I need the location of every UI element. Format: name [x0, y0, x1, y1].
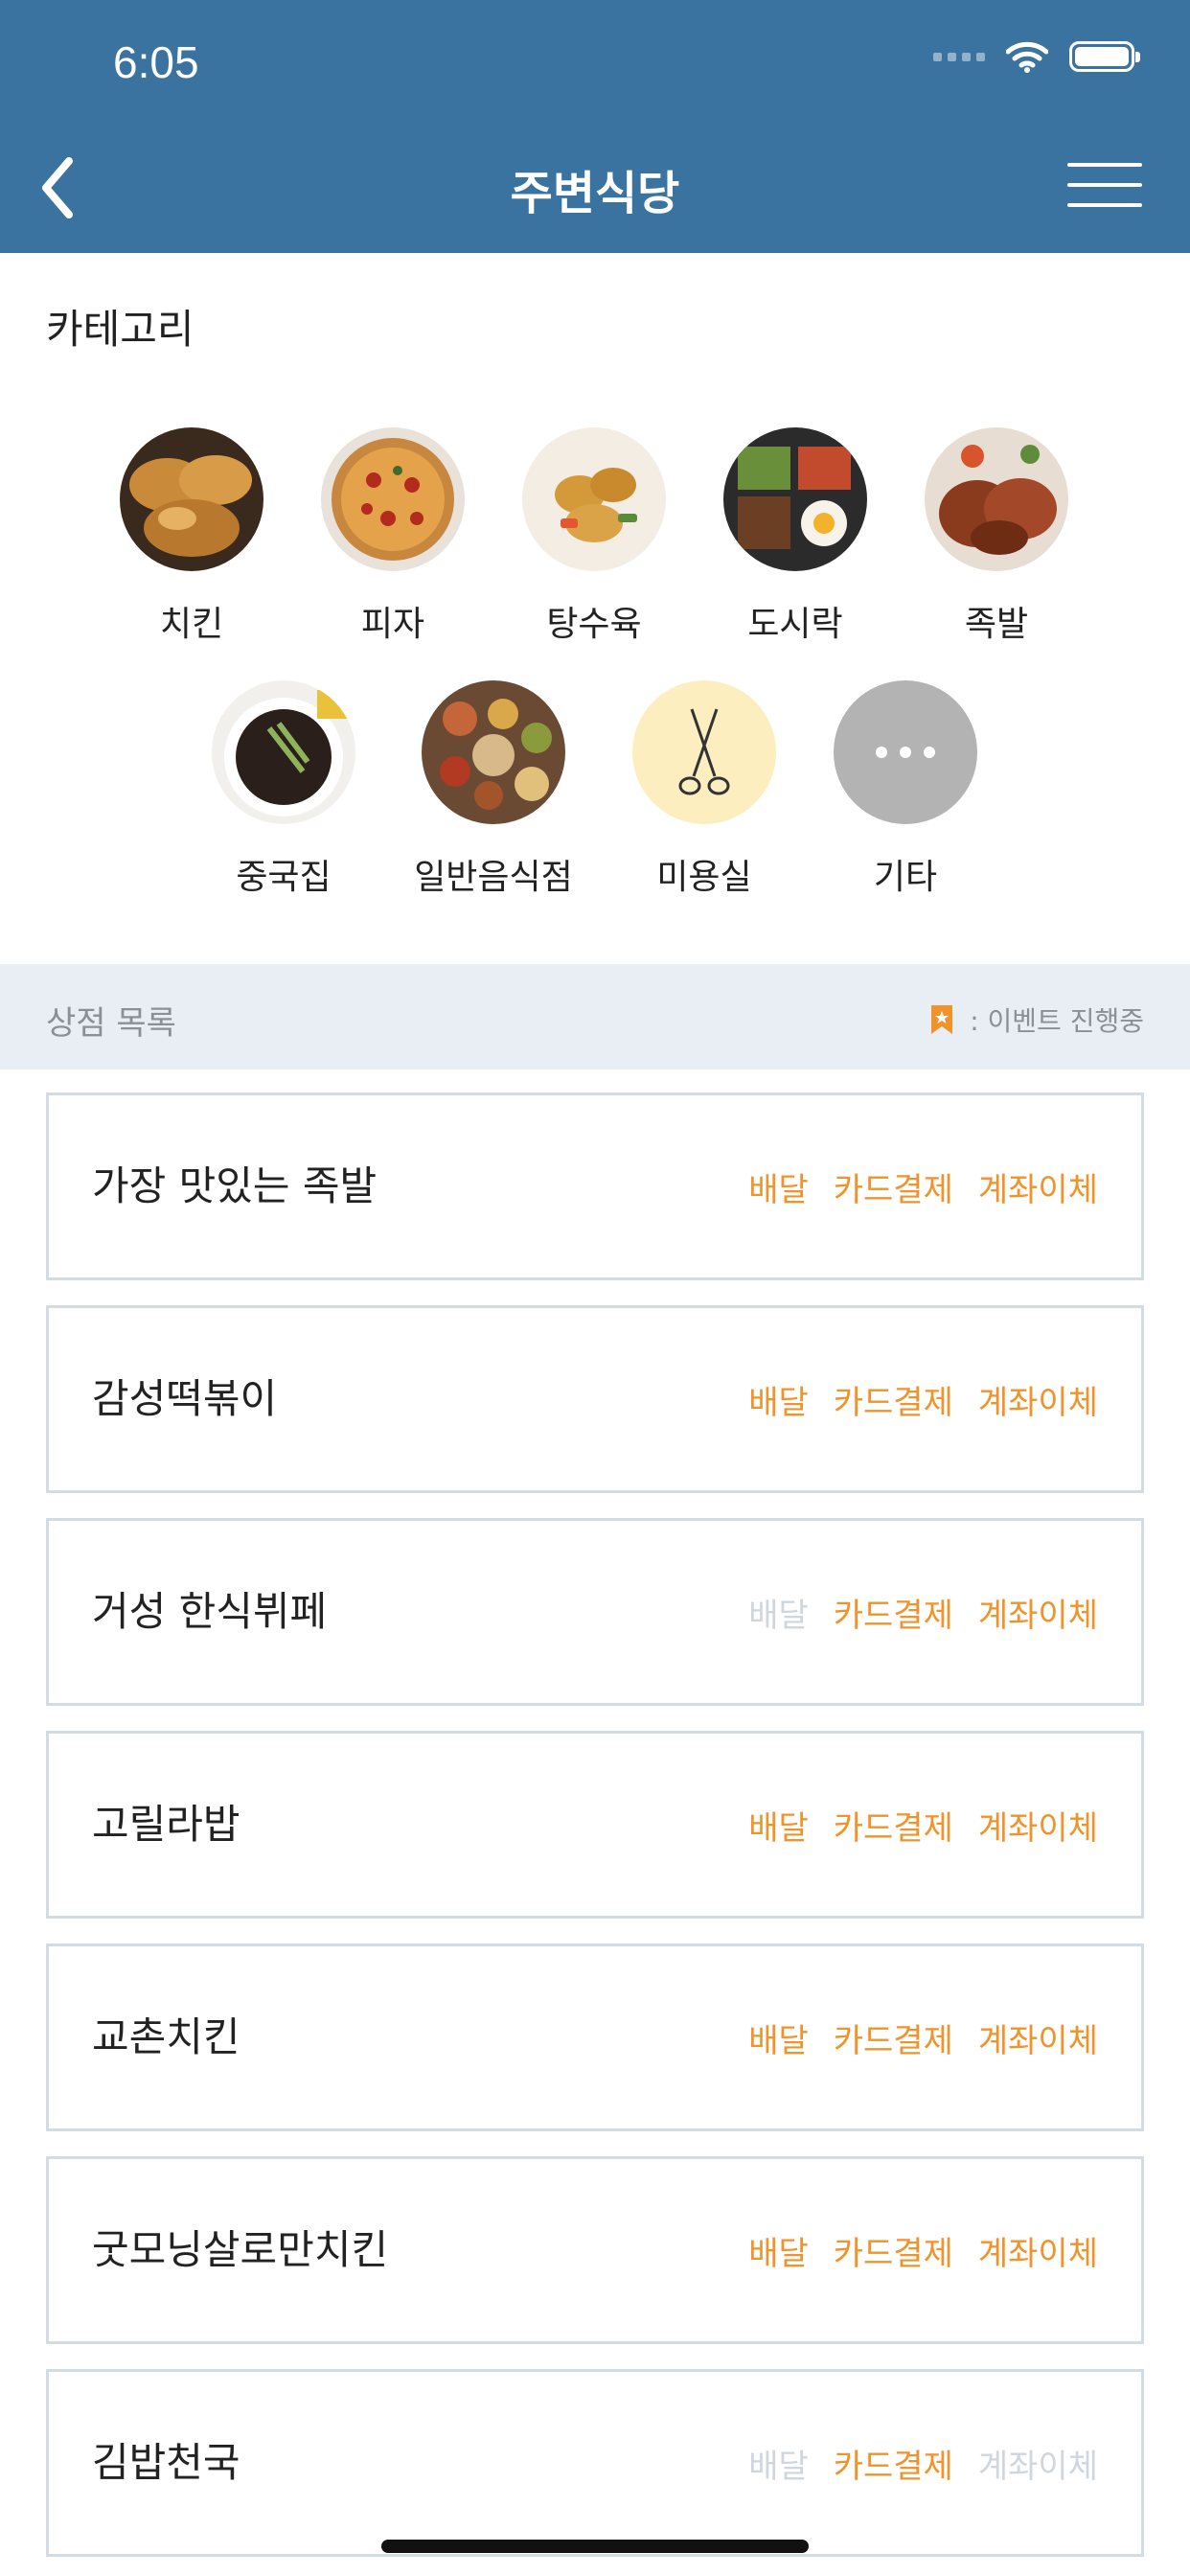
- top-header: 6:05 주변식당: [0, 0, 1190, 253]
- store-tags: 배달 카드결제 계좌이체: [748, 1308, 1098, 1490]
- delivery-tag: 배달: [748, 2447, 809, 2486]
- category-general-restaurant[interactable]: 일반음식점: [398, 680, 589, 899]
- store-tags: 배달 카드결제 계좌이체: [748, 2159, 1098, 2341]
- category-label: 족발: [964, 605, 1029, 644]
- store-tags: 배달 카드결제 계좌이체: [748, 1946, 1098, 2128]
- event-bookmark-icon: [931, 1005, 953, 1034]
- menu-line: [1067, 183, 1142, 187]
- card-payment-tag: 카드결제: [833, 1383, 953, 1422]
- bank-transfer-tag: 계좌이체: [977, 2234, 1098, 2273]
- category-lunchbox[interactable]: 도시락: [699, 427, 891, 646]
- jajangmyeon-photo: [212, 680, 355, 824]
- card-payment-tag: 카드결제: [833, 2234, 953, 2273]
- store-name: 가장 맛있는 족발: [92, 1162, 378, 1209]
- store-list-header: 상점 목록 : 이벤트 진행중: [0, 964, 1190, 1070]
- event-legend-text: : 이벤트 진행중: [970, 1005, 1144, 1037]
- store-name: 교촌치킨: [92, 2013, 240, 2060]
- scissors-icon: [632, 680, 776, 824]
- battery-icon: [1069, 41, 1140, 72]
- store-row[interactable]: 거성 한식뷔페 배달 카드결제 계좌이체: [46, 1518, 1144, 1706]
- card-payment-tag: 카드결제: [833, 2021, 953, 2060]
- card-payment-tag: 카드결제: [833, 1596, 953, 1635]
- category-label: 미용실: [656, 858, 752, 897]
- category-label: 중국집: [236, 858, 332, 897]
- card-payment-tag: 카드결제: [833, 1808, 953, 1848]
- store-name: 고릴라밥: [92, 1801, 240, 1848]
- pork-feet-photo: [925, 427, 1068, 571]
- delivery-tag: 배달: [748, 2021, 809, 2060]
- category-chicken[interactable]: 치킨: [96, 427, 287, 646]
- delivery-tag: 배달: [748, 1170, 809, 1209]
- category-label: 피자: [360, 605, 425, 644]
- category-tangsuyuk[interactable]: 탕수육: [498, 427, 690, 646]
- delivery-tag: 배달: [748, 1596, 809, 1635]
- wifi-icon: [1006, 41, 1048, 73]
- store-tags: 배달 카드결제 계좌이체: [748, 1095, 1098, 1277]
- card-payment-tag: 카드결제: [833, 1170, 953, 1209]
- store-name: 감성떡볶이: [92, 1375, 278, 1422]
- delivery-tag: 배달: [748, 1383, 809, 1422]
- category-pizza[interactable]: 피자: [297, 427, 489, 646]
- bank-transfer-tag: 계좌이체: [977, 1383, 1098, 1422]
- category-label: 탕수육: [546, 605, 642, 644]
- more-dots-icon: [834, 680, 977, 824]
- bank-transfer-tag: 계좌이체: [977, 1596, 1098, 1635]
- store-row[interactable]: 고릴라밥 배달 카드결제 계좌이체: [46, 1731, 1144, 1919]
- store-row[interactable]: 감성떡볶이 배달 카드결제 계좌이체: [46, 1305, 1144, 1493]
- store-tags: 배달 카드결제 계좌이체: [748, 1521, 1098, 1703]
- category-hair-salon[interactable]: 미용실: [608, 680, 800, 899]
- bank-transfer-tag: 계좌이체: [977, 1170, 1098, 1209]
- store-row[interactable]: 교촌치킨 배달 카드결제 계좌이체: [46, 1944, 1144, 2131]
- bank-transfer-tag: 계좌이체: [977, 2021, 1098, 2060]
- lunchbox-photo: [723, 427, 867, 571]
- category-chinese[interactable]: 중국집: [188, 680, 379, 899]
- category-jokbal[interactable]: 족발: [901, 427, 1092, 646]
- hamburger-menu-button[interactable]: [1067, 163, 1142, 211]
- store-row[interactable]: 김밥천국 배달 카드결제 계좌이체: [46, 2369, 1144, 2557]
- home-indicator[interactable]: [381, 2540, 809, 2553]
- sweet-sour-pork-photo: [522, 427, 666, 571]
- bank-transfer-tag: 계좌이체: [977, 1808, 1098, 1848]
- category-label: 기타: [873, 858, 938, 897]
- pizza-photo: [321, 427, 465, 571]
- store-name: 거성 한식뷔페: [92, 1588, 328, 1635]
- status-time: 6:05: [113, 37, 199, 87]
- status-icons: [933, 40, 1140, 73]
- menu-line: [1067, 163, 1142, 167]
- event-legend: : 이벤트 진행중: [929, 1000, 1144, 1039]
- korean-table-photo: [422, 680, 565, 824]
- page-title: 주변식당: [510, 167, 680, 220]
- delivery-tag: 배달: [748, 2234, 809, 2273]
- category-label: 치킨: [159, 605, 224, 644]
- store-row[interactable]: 가장 맛있는 족발 배달 카드결제 계좌이체: [46, 1092, 1144, 1280]
- category-label: 도시락: [747, 605, 843, 644]
- cellular-signal-icon: [933, 52, 985, 61]
- delivery-tag: 배달: [748, 1808, 809, 1848]
- card-payment-tag: 카드결제: [833, 2447, 953, 2486]
- category-section-title: 카테고리: [46, 306, 195, 353]
- store-tags: 배달 카드결제 계좌이체: [748, 2372, 1098, 2554]
- category-other[interactable]: 기타: [810, 680, 1001, 899]
- bank-transfer-tag: 계좌이체: [977, 2447, 1098, 2486]
- store-tags: 배달 카드결제 계좌이체: [748, 1734, 1098, 1916]
- menu-line: [1067, 203, 1142, 207]
- category-label: 일반음식점: [414, 858, 573, 897]
- store-name: 김밥천국: [92, 2439, 240, 2486]
- fried-chicken-photo: [120, 427, 263, 571]
- store-name: 굿모닝살로만치킨: [92, 2226, 389, 2273]
- store-list-title: 상점 목록: [46, 1004, 176, 1043]
- store-row[interactable]: 굿모닝살로만치킨 배달 카드결제 계좌이체: [46, 2156, 1144, 2344]
